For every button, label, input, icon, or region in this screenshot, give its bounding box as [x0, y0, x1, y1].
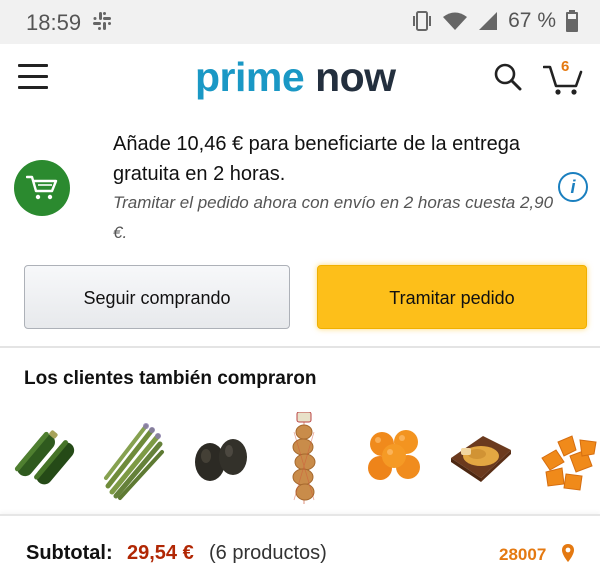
green-cart-icon: [14, 160, 70, 216]
delivery-cost-note: Tramitar el pedido ahora con envío en 2 …: [113, 193, 554, 242]
free-delivery-message: Añade 10,46 € para beneficiarte de la en…: [113, 133, 520, 185]
recommendations-carousel[interactable]: [0, 412, 600, 508]
cart-count-badge: 6: [561, 58, 570, 75]
battery-percent: 67 %: [508, 9, 556, 32]
product-pizza[interactable]: [447, 412, 513, 508]
product-zucchini[interactable]: [12, 412, 78, 508]
subtotal-amount: 29,54 €: [127, 542, 194, 564]
continue-shopping-button[interactable]: Seguir comprando: [24, 265, 290, 329]
status-icons: 67 %: [412, 9, 578, 33]
slack-icon: [93, 12, 111, 30]
free-delivery-banner: Añade 10,46 € para beneficiarte de la en…: [0, 112, 600, 252]
recommendations-title: Los clientes también compraron: [24, 368, 317, 389]
location-pin-icon[interactable]: [561, 543, 575, 563]
section-divider: [0, 346, 600, 348]
vibrate-icon: [413, 11, 432, 31]
wifi-icon: [443, 12, 468, 30]
product-avocados[interactable]: [188, 412, 254, 508]
menu-icon[interactable]: [18, 64, 48, 90]
product-asparagus[interactable]: [100, 412, 166, 508]
signal-icon: [479, 12, 498, 30]
status-time: 18:59: [26, 10, 82, 35]
status-bar: 18:59 67 %: [0, 0, 600, 44]
app-bar: prime now 6: [0, 44, 600, 112]
prime-now-logo[interactable]: prime now: [195, 54, 396, 101]
product-oranges[interactable]: [362, 412, 428, 508]
postal-code-link[interactable]: 28007: [499, 545, 546, 565]
info-icon[interactable]: i: [558, 172, 588, 202]
subtotal-label: Subtotal:: [26, 542, 113, 564]
subtotal-item-count: (6 productos): [209, 542, 327, 564]
subtotal-bar: Subtotal: 29,54 € (6 productos) 28007: [0, 514, 600, 583]
logo-now: now: [315, 54, 396, 100]
search-icon[interactable]: [494, 63, 522, 91]
product-squash[interactable]: [534, 412, 600, 508]
checkout-button[interactable]: Tramitar pedido: [317, 265, 587, 329]
product-onions[interactable]: [280, 412, 328, 508]
logo-prime: prime: [195, 54, 305, 100]
battery-icon: [566, 10, 578, 32]
